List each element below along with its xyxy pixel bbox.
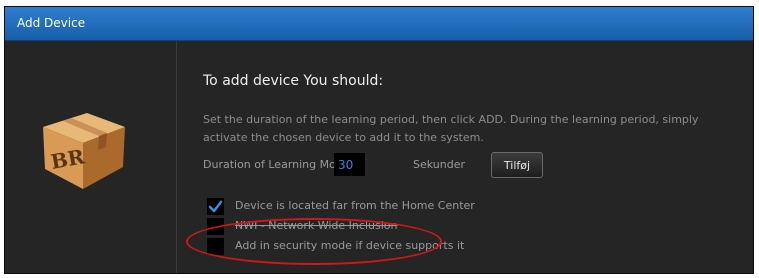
cardboard-box-icon: BR xyxy=(43,113,125,189)
instructions-text: Set the duration of the learning period,… xyxy=(203,113,699,144)
dialog-content: To add device You should: Set the durati… xyxy=(203,7,753,273)
option-label: Add in security mode if device supports … xyxy=(235,239,465,252)
add-button[interactable]: Tilføj xyxy=(491,152,543,178)
duration-label: Duration of Learning Mode xyxy=(203,158,350,171)
option-label: NWI - Network Wide Inclusion xyxy=(235,219,398,232)
duration-unit: Sekunder xyxy=(413,158,465,171)
duration-input[interactable] xyxy=(334,153,365,176)
checkbox-far-from-home-center[interactable] xyxy=(207,198,224,215)
add-device-dialog: Add Device BR To add device You should: … xyxy=(4,6,754,274)
instructions-heading: To add device You should: xyxy=(203,73,384,89)
checkmark-icon xyxy=(208,200,223,213)
option-label: Device is located far from the Home Cent… xyxy=(235,199,475,212)
checkbox-security-mode[interactable] xyxy=(207,238,224,255)
dialog-side-panel: BR xyxy=(5,41,177,273)
dialog-title: Add Device xyxy=(17,16,86,30)
checkbox-nwi[interactable] xyxy=(207,218,224,235)
